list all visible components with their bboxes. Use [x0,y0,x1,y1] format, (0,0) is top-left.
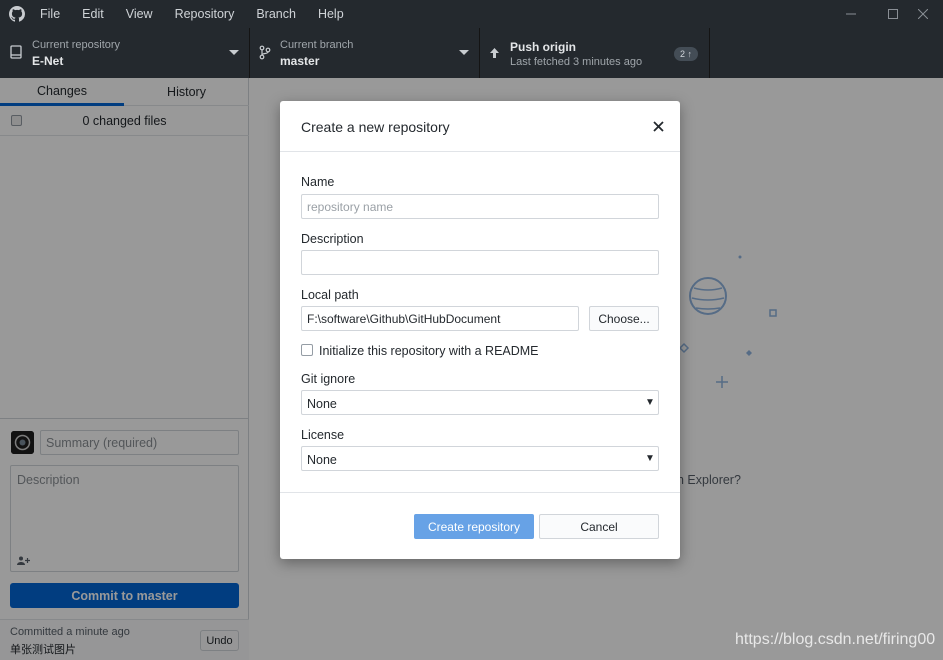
push-count-badge: 2 ↑ [674,47,698,61]
license-value: None [307,453,337,467]
close-window-button[interactable] [900,0,943,28]
local-path-input[interactable] [301,306,579,331]
current-branch-button[interactable]: Current branch master [250,28,480,78]
maximize-icon [888,9,898,19]
gitignore-label: Git ignore [301,372,356,386]
create-repository-dialog: Create a new repository Name Description… [280,101,680,559]
readme-checkbox[interactable] [301,344,313,356]
description-input[interactable] [301,250,659,275]
menu-view[interactable]: View [122,7,157,21]
branch-icon [259,45,271,60]
chevron-down-icon [229,50,239,55]
menu-file[interactable]: File [36,7,64,21]
create-repository-button[interactable]: Create repository [414,514,534,539]
last-fetched-text: Last fetched 3 minutes ago [510,56,643,68]
github-logo-icon [9,6,25,22]
minimize-icon [846,13,856,15]
menu-edit[interactable]: Edit [78,7,108,21]
dialog-header: Create a new repository [280,101,680,152]
close-icon [652,120,664,132]
repo-label: Current repository [32,39,121,51]
branch-name: master [280,54,320,68]
push-label: Push origin [510,40,576,54]
menu-repository[interactable]: Repository [171,7,239,21]
repo-icon [10,45,22,59]
dropdown-arrow-icon: ▼ [645,397,655,408]
toolbar: Current repository E-Net Current branch … [0,28,943,78]
watermark-text: https://blog.csdn.net/firing00 [735,631,936,648]
local-path-label: Local path [301,288,359,302]
gitignore-select[interactable]: None ▼ [301,390,659,415]
dialog-footer: Create repository Cancel [280,492,680,559]
close-icon [918,9,928,19]
minimize-button[interactable] [828,0,874,28]
gitignore-value: None [307,397,337,411]
arrow-up-icon [490,48,499,58]
menu-bar: File Edit View Repository Branch Help [36,0,362,28]
title-bar: File Edit View Repository Branch Help [0,0,943,28]
readme-checkbox-label[interactable]: Initialize this repository with a README [319,344,539,358]
chevron-down-icon [459,50,469,55]
license-label: License [301,428,345,442]
dialog-close-button[interactable] [650,117,666,135]
dropdown-arrow-icon: ▼ [645,453,655,464]
license-select[interactable]: None ▼ [301,446,659,471]
repository-name-input[interactable] [301,194,659,219]
dialog-title: Create a new repository [301,119,450,135]
branch-label: Current branch [280,39,354,51]
menu-help[interactable]: Help [314,7,348,21]
repo-name: E-Net [32,54,64,68]
current-repository-button[interactable]: Current repository E-Net [0,28,250,78]
name-label: Name [301,175,335,189]
cancel-button[interactable]: Cancel [539,514,659,539]
description-label: Description [301,232,364,246]
choose-path-button[interactable]: Choose... [589,306,659,331]
menu-branch[interactable]: Branch [252,7,300,21]
